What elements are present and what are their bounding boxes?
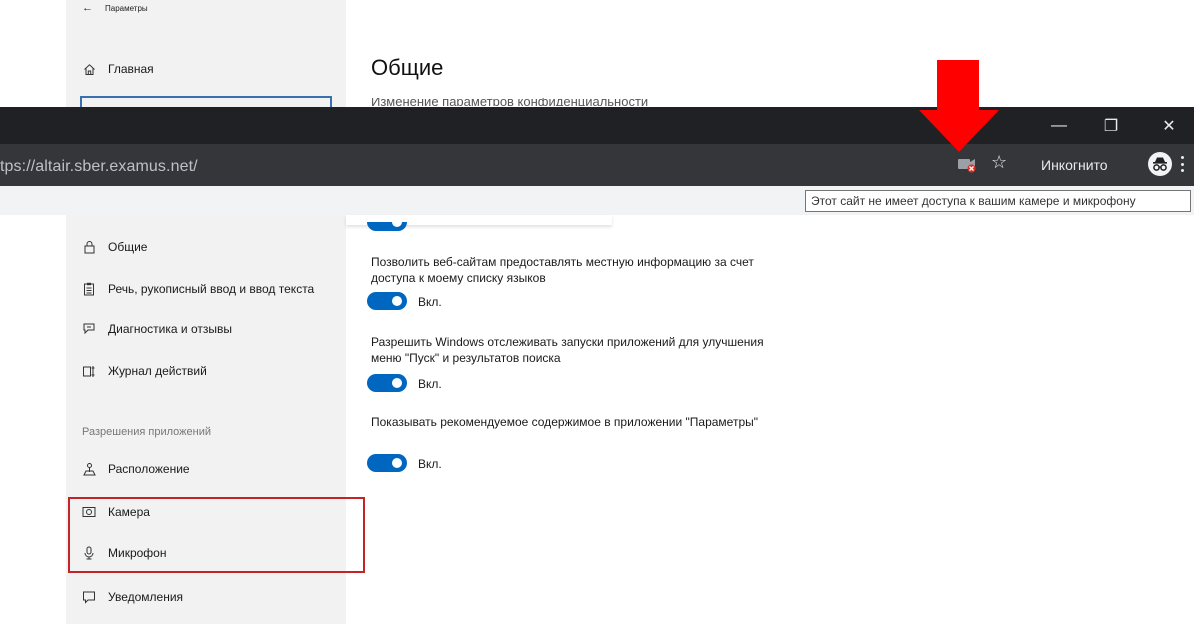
browser-titlebar	[0, 107, 1194, 144]
maximize-button[interactable]: ❐	[1088, 107, 1134, 144]
annotation-arrow-head	[919, 110, 999, 152]
toggle-switch[interactable]	[367, 374, 407, 392]
sidebar-item-diagnostics[interactable]: Диагностика и отзывы	[82, 322, 232, 336]
timeline-icon	[82, 364, 96, 378]
sidebar-item-general[interactable]: Общие	[82, 240, 147, 254]
sidebar-item-home[interactable]: Главная	[82, 62, 154, 76]
home-icon	[82, 62, 96, 76]
sidebar-item-speech[interactable]: Речь, рукописный ввод и ввод текста	[82, 282, 314, 296]
page-title: Общие	[371, 55, 444, 80]
sidebar-item-notifications[interactable]: Уведомления	[82, 590, 183, 604]
toggle-state-label: Вкл.	[418, 457, 442, 471]
toggle-state-label: Вкл.	[418, 295, 442, 309]
settings-header: ← Параметры	[82, 2, 148, 14]
close-button[interactable]: ✕	[1146, 107, 1192, 144]
sidebar-item-label: Главная	[108, 62, 154, 76]
sidebar-item-label: Общие	[108, 240, 148, 254]
lock-icon	[82, 240, 96, 254]
sidebar-item-activity[interactable]: Журнал действий	[82, 364, 207, 378]
sidebar-item-label: Журнал действий	[108, 364, 207, 378]
option-text: Разрешить Windows отслеживать запуски пр…	[371, 335, 764, 365]
minimize-button[interactable]: —	[1036, 107, 1082, 144]
bookmark-star-icon[interactable]: ☆	[991, 152, 1007, 173]
permission-tooltip: Этот сайт не имеет доступа к вашим камер…	[805, 190, 1191, 212]
page-subtitle: Изменение параметров конфиденциальности	[371, 98, 649, 106]
browser-menu-icon[interactable]	[1176, 153, 1188, 175]
incognito-label[interactable]: Инкогнито	[1041, 157, 1108, 173]
back-arrow-icon[interactable]: ←	[82, 2, 93, 14]
sidebar-item-label: Расположение	[108, 462, 190, 476]
notification-icon	[82, 590, 96, 604]
option-text: Позволить веб-сайтам предоставлять местн…	[371, 255, 754, 285]
annotation-arrow-icon	[937, 60, 979, 112]
camera-blocked-icon[interactable]	[956, 154, 978, 174]
annotation-highlight-box	[68, 497, 365, 573]
clipboard-icon	[82, 282, 96, 296]
feedback-icon	[82, 322, 96, 336]
sidebar-item-label: Диагностика и отзывы	[108, 322, 232, 336]
sidebar-item-label: Речь, рукописный ввод и ввод текста	[108, 282, 315, 296]
sidebar-item-label: Уведомления	[108, 590, 184, 604]
toggle-state-label: Вкл.	[418, 377, 442, 391]
toggle-switch[interactable]	[367, 454, 407, 472]
toggle-partial	[367, 222, 407, 231]
location-icon	[82, 462, 96, 476]
settings-window-title: Параметры	[105, 3, 148, 13]
option-text: Показывать рекомендуемое содержимое в пр…	[371, 415, 759, 429]
address-bar-url[interactable]: tps://altair.sber.examus.net/	[0, 158, 198, 176]
toggle-switch[interactable]	[367, 292, 407, 310]
incognito-icon[interactable]	[1148, 152, 1172, 176]
screenshot: ← Параметры Главная Общие Речь, рукописн…	[0, 0, 1194, 624]
sidebar-item-location[interactable]: Расположение	[82, 462, 190, 476]
section-header-app-permissions: Разрешения приложений	[82, 426, 212, 438]
